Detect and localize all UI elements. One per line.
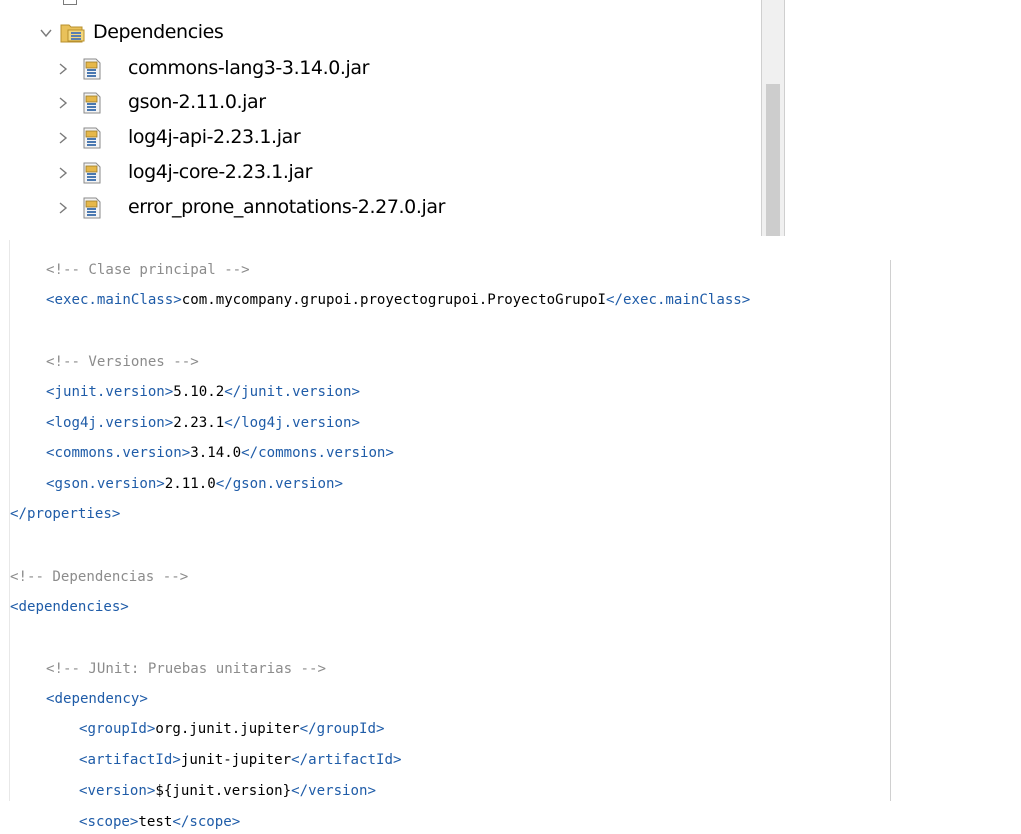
xml-tag: <groupId> [79, 721, 156, 737]
xml-tag: </exec.mainClass> [606, 292, 751, 308]
code-line[interactable]: <commons.version>3.14.0</commons.version… [46, 441, 394, 465]
vertical-scrollbar[interactable] [761, 0, 785, 236]
code-line[interactable]: </properties> [10, 502, 120, 526]
xml-tag: <version> [79, 783, 156, 799]
xml-tag: <junit.version> [46, 384, 174, 400]
tree-connector [63, 0, 77, 5]
xml-text: 5.10.2 [173, 384, 225, 400]
tree-node-jar[interactable]: commons-lang3-3.14.0.jar [0, 53, 760, 85]
code-line[interactable]: <groupId>org.junit.jupiter</groupId> [79, 717, 384, 741]
jar-icon [80, 57, 104, 81]
code-line[interactable]: <dependencies> [10, 595, 129, 619]
xml-text: 2.11.0 [164, 476, 216, 492]
xml-text: test [138, 814, 173, 830]
xml-text: 3.14.0 [190, 445, 242, 461]
code-line[interactable]: <exec.mainClass>com.mycompany.grupoi.pro… [46, 288, 750, 312]
xml-text: ${junit.version} [155, 783, 292, 799]
tree-node-jar[interactable]: gson-2.11.0.jar [0, 87, 760, 119]
xml-text: org.junit.jupiter [155, 721, 300, 737]
xml-tag: <scope> [79, 814, 139, 830]
xml-tag: <artifactId> [79, 752, 181, 768]
chevron-down-icon[interactable] [38, 25, 54, 41]
tree-node-jar[interactable]: log4j-core-2.23.1.jar [0, 157, 760, 189]
xml-tag: <exec.mainClass> [46, 292, 182, 308]
xml-tag: <dependencies> [10, 599, 129, 615]
jar-icon [80, 196, 104, 220]
chevron-right-icon[interactable] [55, 165, 71, 181]
xml-tag: <dependency> [46, 691, 148, 707]
xml-tag: <gson.version> [46, 476, 165, 492]
tree-node-jar[interactable]: error_prone_annotations-2.27.0.jar [0, 192, 760, 224]
xml-comment: <!-- Versiones --> [46, 354, 199, 370]
xml-comment: <!-- JUnit: Pruebas unitarias --> [46, 661, 327, 677]
jar-icon [80, 126, 104, 150]
project-tree: Dependencies commons-lang3-3.14.0.jar gso… [0, 0, 800, 240]
chevron-right-icon[interactable] [55, 130, 71, 146]
jar-icon [80, 91, 104, 115]
xml-tag: <log4j.version> [46, 415, 174, 431]
jar-icon [80, 161, 104, 185]
code-line[interactable]: <version>${junit.version}</version> [79, 779, 376, 803]
code-line[interactable]: <!-- Dependencias --> [10, 565, 188, 589]
code-line[interactable]: <artifactId>junit-jupiter</artifactId> [79, 748, 401, 772]
code-line[interactable]: <log4j.version>2.23.1</log4j.version> [46, 411, 360, 435]
code-line[interactable]: <dependency> [46, 687, 148, 711]
xml-tag: </junit.version> [224, 384, 360, 400]
xml-text: com.mycompany.grupoi.proyectogrupoi.Proy… [181, 292, 607, 308]
tree-node-label: gson-2.11.0.jar [128, 91, 266, 113]
chevron-right-icon[interactable] [55, 95, 71, 111]
xml-text: junit-jupiter [180, 752, 292, 768]
xml-tag: </groupId> [299, 721, 385, 737]
xml-text: 2.23.1 [173, 415, 225, 431]
tree-node-label: error_prone_annotations-2.27.0.jar [128, 196, 446, 218]
chevron-right-icon[interactable] [55, 61, 71, 77]
xml-tag: </gson.version> [215, 476, 343, 492]
scrollbar-thumb[interactable] [766, 84, 780, 236]
tree-node-label: commons-lang3-3.14.0.jar [128, 57, 370, 79]
xml-comment: <!-- Clase principal --> [46, 262, 250, 278]
tree-node-label: log4j-api-2.23.1.jar [128, 126, 301, 148]
folder-icon [60, 21, 85, 45]
code-line[interactable]: <gson.version>2.11.0</gson.version> [46, 472, 343, 496]
code-line[interactable]: <!-- Versiones --> [46, 350, 199, 374]
code-line[interactable]: <!-- JUnit: Pruebas unitarias --> [46, 657, 326, 681]
xml-tag: </log4j.version> [224, 415, 360, 431]
code-editor[interactable]: <!-- Clase principal --> <exec.mainClass>… [0, 240, 1021, 830]
xml-tag: </commons.version> [241, 445, 394, 461]
right-margin-guide [890, 260, 891, 801]
xml-comment: <!-- Dependencias --> [10, 569, 189, 585]
tree-node-label: Dependencies [93, 21, 224, 43]
tree-node-jar[interactable]: log4j-api-2.23.1.jar [0, 122, 760, 154]
chevron-right-icon[interactable] [55, 200, 71, 216]
xml-tag: </artifactId> [291, 752, 402, 768]
xml-tag: </version> [291, 783, 376, 799]
tree-node-label: log4j-core-2.23.1.jar [128, 161, 313, 183]
code-line[interactable]: <scope>test</scope> [79, 810, 240, 834]
code-line[interactable]: <junit.version>5.10.2</junit.version> [46, 380, 360, 404]
tree-node-dependencies[interactable]: Dependencies [0, 17, 760, 49]
xml-tag: <commons.version> [46, 445, 191, 461]
xml-tag: </properties> [10, 506, 121, 522]
code-line[interactable]: <!-- Clase principal --> [46, 258, 250, 282]
xml-tag: </scope> [172, 814, 241, 830]
